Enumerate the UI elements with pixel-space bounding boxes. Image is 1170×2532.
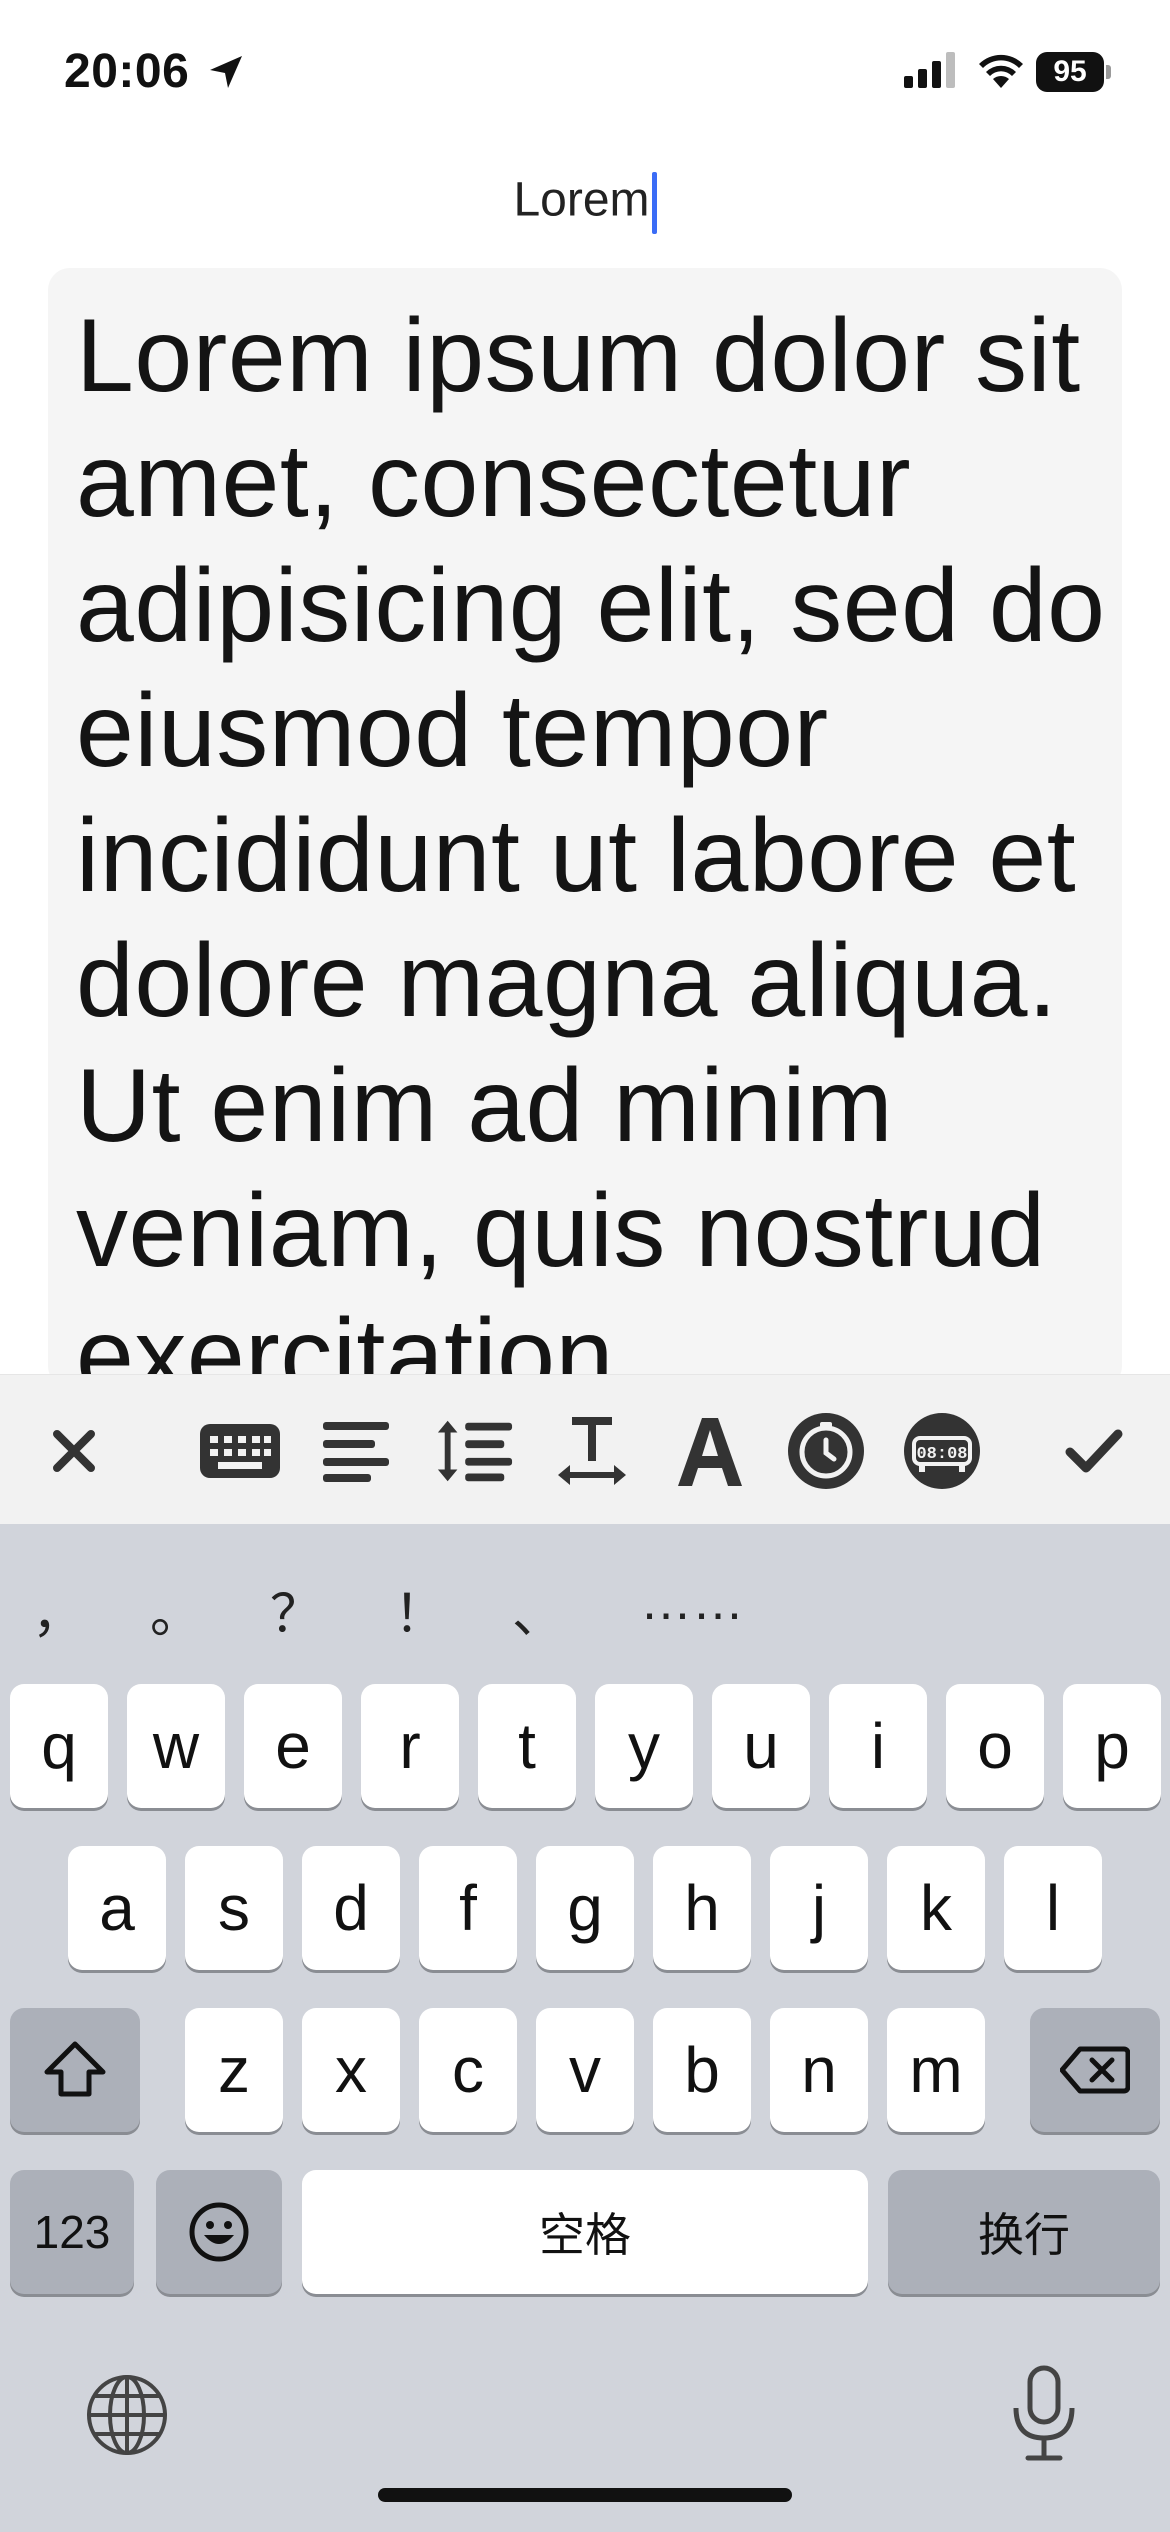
- status-bar: 20:06 95: [0, 0, 1170, 150]
- punct-ellipsis[interactable]: ……: [640, 1572, 744, 1632]
- key-y[interactable]: y: [595, 1684, 693, 1808]
- key-n[interactable]: n: [770, 2008, 868, 2132]
- align-button[interactable]: [318, 1411, 398, 1491]
- key-g[interactable]: g: [536, 1846, 634, 1970]
- signal-icon: [904, 52, 955, 88]
- space-key[interactable]: 空格: [302, 2170, 868, 2294]
- home-indicator[interactable]: [378, 2488, 792, 2502]
- battery-level: 95: [1036, 52, 1104, 92]
- status-time: 20:06: [64, 45, 190, 98]
- key-h[interactable]: h: [653, 1846, 751, 1970]
- document-body: Lorem ipsum dolor sit amet, consectetur …: [76, 298, 1106, 1388]
- location-arrow-icon: [210, 56, 242, 88]
- checkmark-icon: [1065, 1429, 1123, 1473]
- editor-toolbar: 08:08: [0, 1374, 1170, 1525]
- key-t[interactable]: t: [478, 1684, 576, 1808]
- letter-spacing-button[interactable]: [552, 1411, 632, 1491]
- close-icon: [53, 1430, 95, 1472]
- globe-button[interactable]: [84, 2372, 170, 2458]
- confirm-button[interactable]: [1054, 1411, 1134, 1491]
- punct-period[interactable]: 。: [150, 1572, 202, 1647]
- digital-clock-icon: 08:08: [904, 1413, 980, 1489]
- key-k[interactable]: k: [887, 1846, 985, 1970]
- close-button[interactable]: [34, 1411, 114, 1491]
- text-caret: [651, 172, 657, 234]
- document-title-text: Lorem: [513, 173, 650, 227]
- shift-arrow-icon: [44, 2041, 106, 2097]
- key-f[interactable]: f: [419, 1846, 517, 1970]
- shift-key[interactable]: [10, 2008, 140, 2132]
- clock-icon: [788, 1413, 864, 1489]
- line-height-button[interactable]: [434, 1411, 514, 1491]
- punct-enumeration-comma[interactable]: 、: [512, 1572, 564, 1647]
- text-card[interactable]: Lorem ipsum dolor sit amet, consectetur …: [48, 268, 1122, 1388]
- punct-question[interactable]: ？: [270, 1572, 322, 1647]
- numbers-key[interactable]: 123: [10, 2170, 134, 2294]
- svg-text:08:08: 08:08: [916, 1445, 967, 1464]
- punct-comma[interactable]: ，: [32, 1572, 84, 1647]
- key-s[interactable]: s: [185, 1846, 283, 1970]
- key-z[interactable]: z: [185, 2008, 283, 2132]
- key-l[interactable]: l: [1004, 1846, 1102, 1970]
- wifi-icon: [979, 54, 1023, 88]
- key-q[interactable]: q: [10, 1684, 108, 1808]
- key-v[interactable]: v: [536, 2008, 634, 2132]
- keyboard-button[interactable]: [200, 1411, 280, 1491]
- emoji-icon: [189, 2202, 249, 2262]
- line-height-icon: [437, 1420, 513, 1482]
- microphone-icon: [1013, 2365, 1075, 2461]
- key-p[interactable]: p: [1063, 1684, 1161, 1808]
- font-button[interactable]: [670, 1411, 750, 1491]
- globe-icon: [87, 2375, 167, 2455]
- key-d[interactable]: d: [302, 1846, 400, 1970]
- key-m[interactable]: m: [887, 2008, 985, 2132]
- key-a[interactable]: a: [68, 1846, 166, 1970]
- keyboard-icon: [200, 1424, 280, 1478]
- key-c[interactable]: c: [419, 2008, 517, 2132]
- letter-spacing-icon: [558, 1417, 626, 1485]
- clock-button[interactable]: [786, 1411, 866, 1491]
- key-u[interactable]: u: [712, 1684, 810, 1808]
- key-r[interactable]: r: [361, 1684, 459, 1808]
- key-x[interactable]: x: [302, 2008, 400, 2132]
- backspace-icon: [1060, 2046, 1130, 2094]
- key-e[interactable]: e: [244, 1684, 342, 1808]
- keyboard: ， 。 ？ ！ 、 …… q w e r t y u i o p a s d f…: [0, 1524, 1170, 2532]
- return-key[interactable]: 换行: [888, 2170, 1160, 2294]
- key-b[interactable]: b: [653, 2008, 751, 2132]
- dictation-button[interactable]: [1004, 2364, 1084, 2464]
- document-title[interactable]: Lorem: [0, 172, 1170, 234]
- punct-exclaim[interactable]: ！: [394, 1572, 446, 1647]
- key-i[interactable]: i: [829, 1684, 927, 1808]
- key-w[interactable]: w: [127, 1684, 225, 1808]
- key-o[interactable]: o: [946, 1684, 1044, 1808]
- emoji-key[interactable]: [156, 2170, 282, 2294]
- font-icon: [678, 1418, 742, 1486]
- align-text-icon: [323, 1422, 389, 1482]
- delete-key[interactable]: [1030, 2008, 1160, 2132]
- digital-clock-button[interactable]: 08:08: [902, 1411, 982, 1491]
- battery-icon: 95: [1036, 52, 1111, 92]
- key-j[interactable]: j: [770, 1846, 868, 1970]
